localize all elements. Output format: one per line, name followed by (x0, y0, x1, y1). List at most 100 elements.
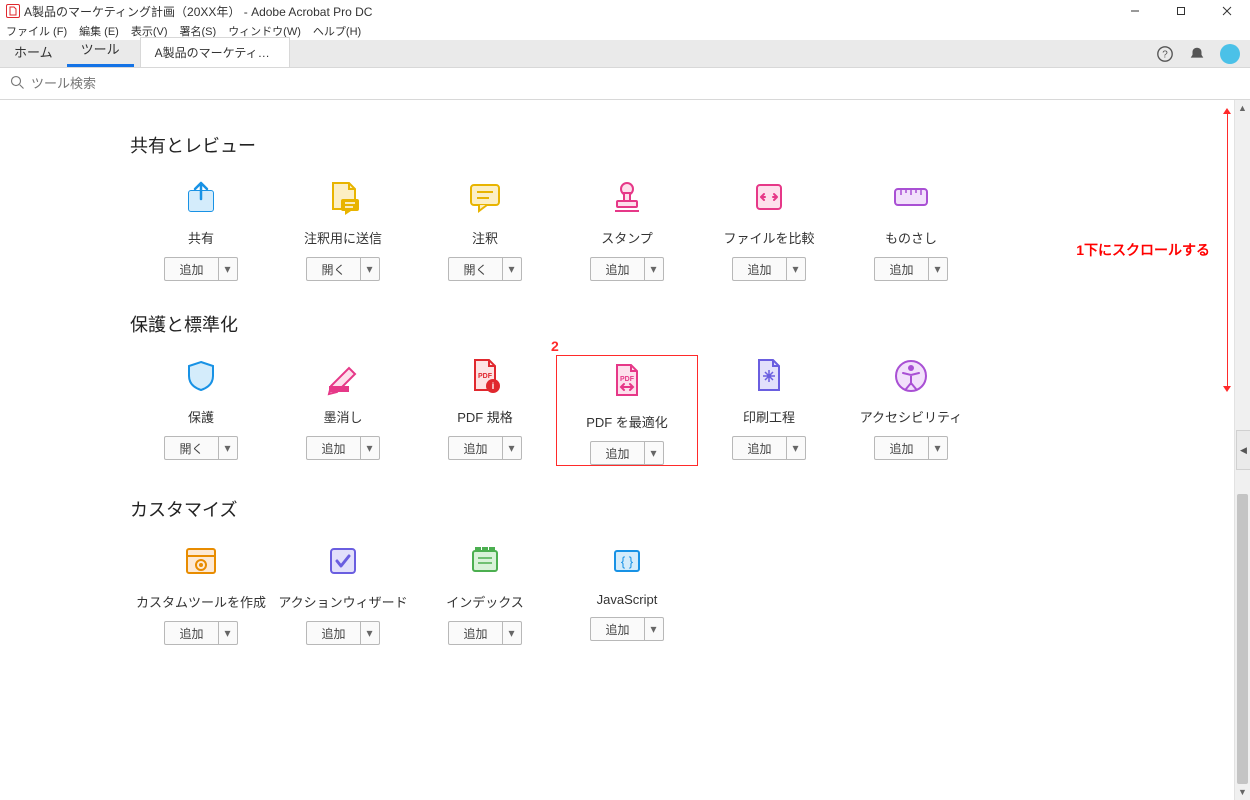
tab-home[interactable]: ホーム (0, 36, 67, 67)
side-panel-handle[interactable]: ◀ (1236, 430, 1250, 470)
tool-action-label[interactable]: 追加 (165, 258, 218, 280)
tool-redact[interactable]: 墨消し追加▾ (272, 355, 414, 466)
tool-action-label[interactable]: 開く (449, 258, 502, 280)
tool-action-label[interactable]: 追加 (875, 258, 928, 280)
redact-icon (322, 355, 364, 397)
chevron-down-icon[interactable]: ▾ (645, 442, 663, 464)
tool-share[interactable]: 共有追加▾ (130, 176, 272, 281)
tool-action-button[interactable]: 追加▾ (874, 257, 947, 281)
tool-action-button[interactable]: 追加▾ (448, 436, 521, 460)
tool-action-button[interactable]: 追加▾ (306, 621, 379, 645)
chevron-down-icon[interactable]: ▾ (503, 622, 521, 644)
tool-action-label[interactable]: 追加 (165, 622, 218, 644)
maximize-button[interactable] (1158, 0, 1204, 22)
tool-action-button[interactable]: 追加▾ (306, 436, 379, 460)
tool-action-label[interactable]: 追加 (591, 618, 644, 640)
tool-label: インデックス (446, 592, 524, 611)
tool-stamp[interactable]: スタンプ追加▾ (556, 176, 698, 281)
measure-icon (890, 176, 932, 218)
annotation-scroll-arrow (1227, 110, 1228, 390)
section-title: カスタマイズ (130, 496, 1214, 522)
tool-action-button[interactable]: 追加▾ (164, 621, 237, 645)
notifications-icon[interactable] (1188, 45, 1206, 63)
tool-action-label[interactable]: 追加 (591, 258, 644, 280)
tab-tools[interactable]: ツール (67, 33, 134, 67)
chevron-down-icon[interactable]: ▾ (929, 258, 947, 280)
tool-send-comment[interactable]: 注釈用に送信開く▾ (272, 176, 414, 281)
tool-action-button[interactable]: 追加▾ (874, 436, 947, 460)
chevron-down-icon[interactable]: ▾ (787, 258, 805, 280)
stamp-icon (606, 176, 648, 218)
tool-action-button[interactable]: 追加▾ (448, 621, 521, 645)
tool-action-label[interactable]: 追加 (733, 437, 786, 459)
tool-accessibility[interactable]: アクセシビリティ追加▾ (840, 355, 982, 466)
tool-action-button[interactable]: 追加▾ (590, 441, 663, 465)
chevron-down-icon[interactable]: ▾ (645, 258, 663, 280)
tool-action-button[interactable]: 追加▾ (590, 617, 663, 641)
tool-action-label[interactable]: 追加 (307, 622, 360, 644)
chevron-down-icon[interactable]: ▾ (645, 618, 663, 640)
tool-label: ものさし (885, 228, 937, 247)
menu-help[interactable]: ヘルプ(H) (311, 23, 363, 39)
tool-label: 墨消し (323, 407, 362, 426)
chevron-down-icon[interactable]: ▾ (361, 258, 379, 280)
tool-action-button[interactable]: 追加▾ (590, 257, 663, 281)
chevron-down-icon[interactable]: ▾ (929, 437, 947, 459)
tool-label: 印刷工程 (743, 407, 795, 426)
tool-label: カスタムツールを作成 (136, 592, 266, 611)
chevron-down-icon[interactable]: ▾ (219, 622, 237, 644)
tool-protect[interactable]: 保護開く▾ (130, 355, 272, 466)
tool-action-label[interactable]: 開く (307, 258, 360, 280)
share-icon (180, 176, 222, 218)
tool-compare[interactable]: ファイルを比較追加▾ (698, 176, 840, 281)
chevron-down-icon[interactable]: ▾ (503, 437, 521, 459)
tool-pdf-standard[interactable]: PDFiPDF 規格追加▾ (414, 355, 556, 466)
tool-javascript[interactable]: { }JavaScript追加▾ (556, 540, 698, 645)
tool-action-label[interactable]: 追加 (449, 622, 502, 644)
scroll-down-arrow[interactable]: ▼ (1235, 784, 1250, 800)
tool-action-label[interactable]: 追加 (733, 258, 786, 280)
window-controls (1112, 0, 1250, 22)
tool-action-button[interactable]: 開く▾ (448, 257, 521, 281)
tool-label: アクセシビリティ (860, 407, 963, 426)
tool-measure[interactable]: ものさし追加▾ (840, 176, 982, 281)
tool-action-label[interactable]: 追加 (307, 437, 360, 459)
tool-action-button[interactable]: 開く▾ (306, 257, 379, 281)
tab-document[interactable]: A製品のマーケティング... (140, 37, 290, 67)
tool-optimize[interactable]: PDFPDF を最適化追加▾2 (556, 355, 698, 466)
chevron-down-icon[interactable]: ▾ (219, 258, 237, 280)
chevron-down-icon[interactable]: ▾ (503, 258, 521, 280)
tool-action-button[interactable]: 追加▾ (732, 257, 805, 281)
tool-label: 注釈 (472, 228, 498, 247)
close-button[interactable] (1204, 0, 1250, 22)
tool-comment[interactable]: 注釈開く▾ (414, 176, 556, 281)
section-title: 共有とレビュー (130, 132, 1214, 158)
minimize-button[interactable] (1112, 0, 1158, 22)
tool-action-label[interactable]: 開く (165, 437, 218, 459)
tool-action-button[interactable]: 追加▾ (732, 436, 805, 460)
chevron-down-icon[interactable]: ▾ (361, 437, 379, 459)
tool-action-label[interactable]: 追加 (875, 437, 928, 459)
tool-custom[interactable]: カスタムツールを作成追加▾ (130, 540, 272, 645)
tool-action-button[interactable]: 開く▾ (164, 436, 237, 460)
chevron-down-icon[interactable]: ▾ (787, 437, 805, 459)
chevron-down-icon[interactable]: ▾ (361, 622, 379, 644)
tool-action-label[interactable]: 追加 (591, 442, 644, 464)
search-icon (10, 75, 25, 93)
accessibility-icon (890, 355, 932, 397)
tool-print-prod[interactable]: 印刷工程追加▾ (698, 355, 840, 466)
tool-action[interactable]: アクションウィザード追加▾ (272, 540, 414, 645)
scroll-up-arrow[interactable]: ▲ (1235, 100, 1250, 116)
tool-index[interactable]: インデックス追加▾ (414, 540, 556, 645)
tool-search-input[interactable] (31, 76, 331, 91)
tool-action-button[interactable]: 追加▾ (164, 257, 237, 281)
scroll-thumb[interactable] (1237, 494, 1248, 784)
svg-text:i: i (492, 381, 495, 391)
chevron-down-icon[interactable]: ▾ (219, 437, 237, 459)
protect-icon (180, 355, 222, 397)
user-avatar[interactable] (1220, 44, 1240, 64)
tool-row: カスタムツールを作成追加▾アクションウィザード追加▾インデックス追加▾{ }Ja… (130, 540, 1214, 645)
help-icon[interactable]: ? (1156, 45, 1174, 63)
send-comment-icon (322, 176, 364, 218)
tool-action-label[interactable]: 追加 (449, 437, 502, 459)
